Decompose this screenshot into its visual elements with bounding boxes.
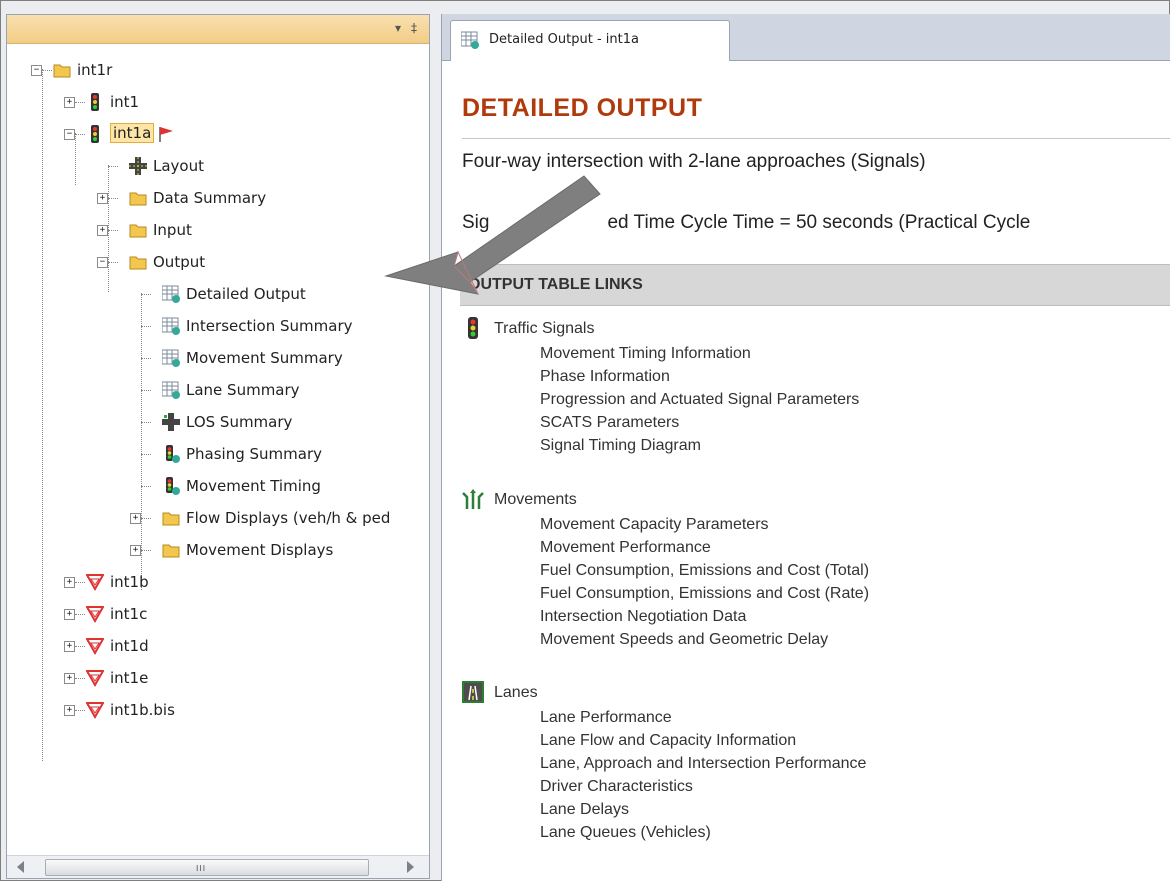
traffic-light-icon — [468, 317, 478, 339]
lanes-icon — [462, 681, 484, 703]
collapse-icon[interactable]: − — [64, 129, 75, 140]
yield-sign-icon — [86, 574, 104, 591]
link-signal-timing-diagram[interactable]: Signal Timing Diagram — [540, 434, 859, 457]
divider — [462, 138, 1170, 139]
expand-icon[interactable]: + — [130, 545, 141, 556]
tree-node-int1b-bis[interactable]: + int1b.bis — [7, 697, 427, 723]
project-tree: − int1r + int1 − int1a Layout + Data Sum… — [7, 43, 429, 856]
link-fuel-consumption-rate[interactable]: Fuel Consumption, Emissions and Cost (Ra… — [540, 582, 869, 605]
movements-icon — [462, 489, 484, 509]
tree-node-int1d[interactable]: + int1d — [7, 633, 427, 659]
folder-icon — [162, 544, 180, 558]
tree-node-layout[interactable]: Layout — [7, 153, 427, 179]
scroll-left-icon[interactable] — [17, 861, 24, 873]
tree-node-intersection-summary[interactable]: Intersection Summary — [7, 313, 427, 339]
page-subtitle: Four-way intersection with 2-lane approa… — [462, 151, 926, 172]
traffic-light-icon — [166, 477, 180, 495]
tree-node-int1[interactable]: + int1 — [7, 89, 427, 115]
tree-node-int1c[interactable]: + int1c — [7, 601, 427, 627]
expand-icon[interactable]: + — [64, 705, 75, 716]
layout-icon — [162, 413, 180, 431]
tree-node-movement-summary[interactable]: Movement Summary — [7, 345, 427, 371]
expand-icon[interactable]: + — [64, 673, 75, 684]
tree-node-phasing-summary[interactable]: Phasing Summary — [7, 441, 427, 467]
panel-header: ▾ ‡ — [7, 15, 429, 44]
tree-node-input[interactable]: + Input — [7, 217, 427, 243]
yield-sign-icon — [86, 606, 104, 623]
document-panel: Detailed Output - int1a DETAILED OUTPUT … — [441, 14, 1170, 881]
expand-icon[interactable]: + — [64, 577, 75, 588]
expand-icon[interactable]: + — [130, 513, 141, 524]
folder-icon — [129, 224, 147, 238]
section-label: Movements — [494, 491, 577, 508]
table-icon — [162, 381, 180, 399]
horizontal-scrollbar[interactable]: III — [7, 855, 429, 878]
traffic-light-icon — [91, 125, 99, 143]
link-lane-delays[interactable]: Lane Delays — [540, 798, 866, 821]
tree-node-detailed-output[interactable]: Detailed Output — [7, 281, 427, 307]
yield-sign-icon — [86, 702, 104, 719]
tree-node-int1e[interactable]: + int1e — [7, 665, 427, 691]
tree-node-movement-displays[interactable]: + Movement Displays — [7, 537, 427, 563]
folder-icon — [129, 192, 147, 206]
tree-node-data-summary[interactable]: + Data Summary — [7, 185, 427, 211]
link-progression-actuated-parameters[interactable]: Progression and Actuated Signal Paramete… — [540, 388, 859, 411]
yield-sign-icon — [86, 638, 104, 655]
tree-node-los-summary[interactable]: LOS Summary — [7, 409, 427, 435]
tree-node-lane-summary[interactable]: Lane Summary — [7, 377, 427, 403]
table-icon — [162, 317, 180, 335]
link-movement-timing-information[interactable]: Movement Timing Information — [540, 342, 859, 365]
link-movement-speeds-geometric-delay[interactable]: Movement Speeds and Geometric Delay — [540, 628, 869, 651]
expand-icon[interactable]: + — [64, 609, 75, 620]
expand-icon[interactable]: + — [97, 193, 108, 204]
link-intersection-negotiation-data[interactable]: Intersection Negotiation Data — [540, 605, 869, 628]
collapse-icon[interactable]: − — [31, 65, 42, 76]
tree-node-int1r[interactable]: − int1r — [7, 57, 427, 83]
tree-node-int1a[interactable]: − int1a — [7, 121, 427, 147]
link-movement-capacity-parameters[interactable]: Movement Capacity Parameters — [540, 513, 869, 536]
table-icon — [162, 349, 180, 367]
flag-icon — [159, 127, 173, 142]
link-phase-information[interactable]: Phase Information — [540, 365, 859, 388]
link-lane-flow-capacity[interactable]: Lane Flow and Capacity Information — [540, 729, 866, 752]
pin-icon[interactable]: ‡ — [411, 21, 417, 35]
yield-sign-icon — [86, 670, 104, 687]
scroll-right-icon[interactable] — [407, 861, 414, 873]
section-label: Traffic Signals — [494, 320, 595, 337]
folder-icon — [129, 256, 147, 270]
tree-node-movement-timing[interactable]: Movement Timing — [7, 473, 427, 499]
link-fuel-consumption-total[interactable]: Fuel Consumption, Emissions and Cost (To… — [540, 559, 869, 582]
dropdown-icon[interactable]: ▾ — [395, 21, 401, 35]
layout-icon — [129, 157, 147, 175]
expand-icon[interactable]: + — [97, 225, 108, 236]
table-icon — [162, 285, 180, 303]
tree-node-flow-displays[interactable]: + Flow Displays (veh/h & ped — [7, 505, 427, 531]
link-lane-queues-vehicles[interactable]: Lane Queues (Vehicles) — [540, 821, 866, 844]
link-driver-characteristics[interactable]: Driver Characteristics — [540, 775, 866, 798]
tab-detailed-output[interactable]: Detailed Output - int1a — [450, 20, 730, 61]
link-scats-parameters[interactable]: SCATS Parameters — [540, 411, 859, 434]
section-label: Lanes — [494, 684, 538, 701]
folder-icon — [162, 512, 180, 526]
folder-icon — [53, 64, 71, 78]
tree-node-int1b[interactable]: + int1b — [7, 569, 427, 595]
scrollbar-thumb[interactable]: III — [45, 859, 369, 876]
annotation-arrow — [384, 175, 601, 295]
traffic-light-icon — [91, 93, 99, 111]
table-icon — [461, 31, 479, 49]
expand-icon[interactable]: + — [64, 641, 75, 652]
link-lane-approach-intersection-performance[interactable]: Lane, Approach and Intersection Performa… — [540, 752, 866, 775]
tab-strip: Detailed Output - int1a — [442, 14, 1170, 61]
tree-node-output[interactable]: − Output — [7, 249, 427, 275]
traffic-light-icon — [166, 445, 180, 463]
project-tree-panel: ▾ ‡ − int1r + int1 − int1a Layout + Data… — [6, 14, 430, 879]
link-movement-performance[interactable]: Movement Performance — [540, 536, 869, 559]
page-title: DETAILED OUTPUT — [462, 94, 703, 122]
collapse-icon[interactable]: − — [97, 257, 108, 268]
link-lane-performance[interactable]: Lane Performance — [540, 706, 866, 729]
expand-icon[interactable]: + — [64, 97, 75, 108]
